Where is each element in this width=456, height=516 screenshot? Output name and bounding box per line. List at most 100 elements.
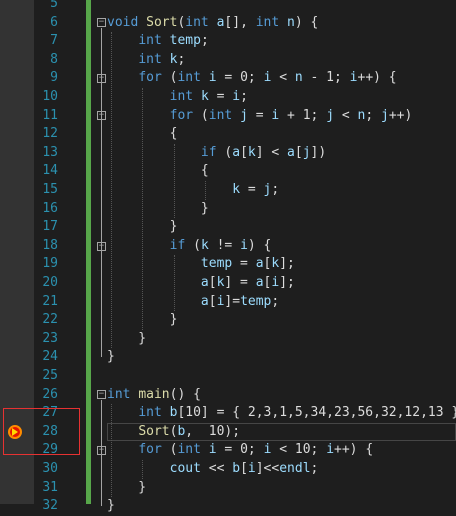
code-token: } xyxy=(107,330,147,346)
code-line[interactable]: k = j; xyxy=(107,181,279,200)
code-line[interactable]: void Sort(int a[], int n) { xyxy=(107,14,318,33)
identifier-token: k xyxy=(200,89,209,104)
indent-guide xyxy=(111,32,112,349)
code-token: () { xyxy=(169,386,201,402)
keyword-token: int xyxy=(107,386,131,402)
code-token: [10] = { 2,3,1,5,34,23,56,32,12,13 }; xyxy=(177,405,456,421)
code-text-area[interactable]: void Sort(int a[], int n) {− int temp; i… xyxy=(91,0,456,513)
code-token: = xyxy=(208,89,233,104)
keyword-token: for xyxy=(138,70,162,86)
code-line[interactable]: int temp; xyxy=(107,32,209,51)
code-line[interactable]: a[i]=temp; xyxy=(107,293,279,312)
code-line[interactable]: } xyxy=(107,497,115,516)
code-token: ++) { xyxy=(334,442,374,458)
line-number: 31 xyxy=(42,479,58,495)
code-token: ]; xyxy=(279,275,295,290)
code-line[interactable]: a[k] = a[i]; xyxy=(107,274,295,293)
line-number: 13 xyxy=(42,144,58,160)
code-line[interactable]: } xyxy=(107,330,146,349)
code-line[interactable]: if (k != i) { xyxy=(107,237,272,256)
identifier-token: a xyxy=(200,293,209,309)
identifier-token: temp xyxy=(200,256,233,272)
code-line[interactable]: int k = i; xyxy=(107,88,248,107)
code-line[interactable]: for (int i = 0; i < n - 1; i++) { xyxy=(107,69,396,88)
code-token: < xyxy=(334,107,358,123)
line-number: 24 xyxy=(42,349,58,365)
identifier-token: i xyxy=(326,442,335,458)
code-token: = xyxy=(232,256,256,272)
code-line[interactable]: } xyxy=(107,479,146,498)
keyword-token: int xyxy=(169,89,194,104)
identifier-token: b xyxy=(232,461,241,476)
code-token: [ xyxy=(208,293,217,309)
code-token: ++) xyxy=(388,107,413,123)
keyword-token: if xyxy=(200,144,217,160)
line-number: 23 xyxy=(42,330,58,346)
line-number: 6 xyxy=(50,14,58,30)
code-token: [ xyxy=(208,275,217,290)
code-line[interactable]: int b[10] = { 2,3,1,5,34,23,56,32,12,13 … xyxy=(107,404,456,423)
code-token: } xyxy=(107,498,115,514)
code-token: ; xyxy=(310,461,319,476)
code-token: << xyxy=(200,461,233,476)
code-line[interactable]: int k; xyxy=(107,51,185,70)
code-line[interactable]: temp = a[k]; xyxy=(107,255,295,274)
code-line[interactable]: int main() { xyxy=(107,386,201,405)
code-token: ; xyxy=(271,293,280,309)
code-line[interactable]: } xyxy=(107,348,115,367)
keyword-token: int xyxy=(185,14,209,30)
identifier-token: a xyxy=(200,275,209,290)
code-token: ) { xyxy=(247,237,272,253)
keyword-token: int xyxy=(208,107,233,123)
code-line[interactable]: if (a[k] < a[j]) xyxy=(107,144,326,163)
identifier-token: i xyxy=(349,70,358,86)
indent-guide xyxy=(142,88,144,330)
code-token: ]<< xyxy=(255,461,280,476)
code-token: [ xyxy=(294,144,303,160)
keyword-token: for xyxy=(169,107,194,123)
identifier-token: cout xyxy=(169,461,201,476)
line-number: 17 xyxy=(42,219,58,235)
code-line[interactable]: } xyxy=(107,200,209,219)
fold-toggle-icon[interactable]: − xyxy=(97,18,106,28)
code-line[interactable]: for (int j = i + 1; j < n; j++) xyxy=(107,107,413,126)
line-number: 26 xyxy=(42,386,58,402)
function-token: Sort xyxy=(146,14,178,30)
code-line[interactable]: { xyxy=(107,162,209,181)
fold-toggle-icon[interactable]: − xyxy=(97,390,106,400)
identifier-token: temp xyxy=(169,33,201,49)
code-token: ; xyxy=(200,33,209,49)
keyword-token: int xyxy=(255,14,280,30)
identifier-token: n xyxy=(287,14,295,30)
code-editor[interactable]: 5 6 7 8 9 10 11 12 13 14 15 16 17 18 19 20 21 22 23 24 25 26 2… xyxy=(0,0,456,513)
code-token: ; xyxy=(177,51,186,67)
line-number: 20 xyxy=(42,275,58,290)
code-token: [ xyxy=(240,144,248,160)
code-token: ( xyxy=(185,237,201,253)
code-token: ; xyxy=(365,107,381,123)
identifier-token: n xyxy=(294,70,303,86)
code-line[interactable]: for (int i = 0; i < 10; i++) { xyxy=(107,441,373,460)
keyword-token: int xyxy=(138,51,162,67)
identifier-token: k xyxy=(232,182,241,197)
line-number: 16 xyxy=(42,200,58,216)
code-token: ]= xyxy=(224,293,241,309)
fold-range-line xyxy=(101,27,102,358)
line-number: 9 xyxy=(50,70,58,86)
line-number: 12 xyxy=(42,126,58,142)
code-line[interactable]: cout << b[i]<<endl; xyxy=(107,460,319,479)
code-token: = 0; xyxy=(216,70,264,86)
